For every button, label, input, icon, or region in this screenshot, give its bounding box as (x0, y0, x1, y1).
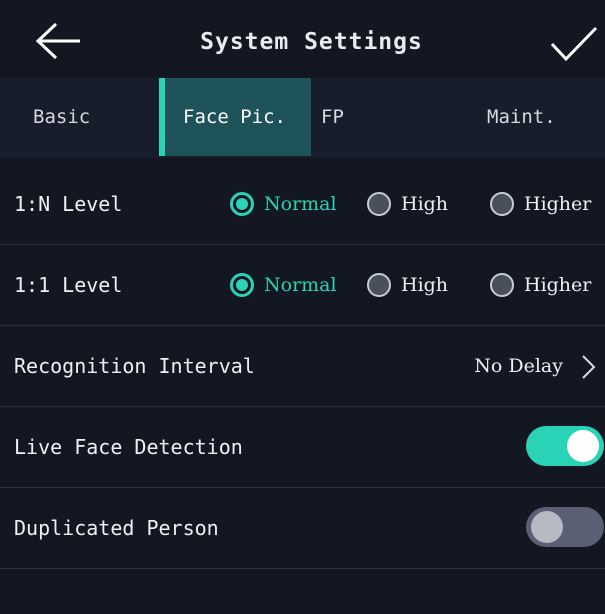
setting-label: Live Face Detection (14, 435, 243, 459)
toggle-knob (531, 511, 563, 543)
tab-maint[interactable]: Maint. (487, 78, 556, 156)
chevron-right-icon[interactable] (580, 354, 596, 380)
toggle-knob (567, 430, 599, 462)
live-face-detection-toggle[interactable] (526, 426, 604, 466)
setting-label: Recognition Interval (14, 354, 255, 378)
radio-label: Higher (524, 193, 592, 215)
setting-row-duplicated-person: Duplicated Person (0, 488, 605, 569)
radio-1n-normal[interactable]: Normal (230, 164, 337, 244)
setting-row-recognition-interval[interactable]: Recognition Interval No Delay (0, 326, 605, 407)
radio-1n-higher[interactable]: Higher (490, 164, 591, 244)
radio-label: Normal (264, 274, 337, 296)
tab-bar: Basic Face Pic. FP Maint. (0, 78, 605, 158)
radio-label: Normal (264, 193, 337, 215)
tab-face-pic[interactable]: Face Pic. (159, 78, 311, 156)
radio-label: High (401, 274, 449, 296)
radio-selected-icon (230, 273, 254, 297)
setting-row-11-level: 1:1 Level Normal High Higher (0, 245, 605, 326)
duplicated-person-toggle[interactable] (526, 507, 604, 547)
radio-11-higher[interactable]: Higher (490, 245, 591, 325)
checkmark-icon (550, 26, 598, 62)
radio-label: High (401, 193, 449, 215)
radio-11-high[interactable]: High (367, 245, 448, 325)
setting-label: Duplicated Person (14, 516, 219, 540)
radio-unselected-icon (490, 273, 514, 297)
tab-fp[interactable]: FP (321, 78, 344, 156)
header: System Settings (0, 0, 605, 78)
radio-selected-icon (230, 192, 254, 216)
setting-label: 1:N Level (14, 192, 123, 216)
confirm-button[interactable] (548, 24, 600, 64)
tab-basic[interactable]: Basic (33, 78, 90, 156)
radio-unselected-icon (367, 192, 391, 216)
setting-label: 1:1 Level (14, 273, 123, 297)
radio-11-normal[interactable]: Normal (230, 245, 337, 325)
radio-label: Higher (524, 274, 592, 296)
recognition-interval-value: No Delay (474, 355, 563, 377)
page-title: System Settings (200, 29, 423, 55)
setting-row-1n-level: 1:N Level Normal High Higher (0, 164, 605, 245)
setting-row-live-face-detection: Live Face Detection (0, 407, 605, 488)
radio-1n-high[interactable]: High (367, 164, 448, 244)
radio-unselected-icon (490, 192, 514, 216)
radio-unselected-icon (367, 273, 391, 297)
